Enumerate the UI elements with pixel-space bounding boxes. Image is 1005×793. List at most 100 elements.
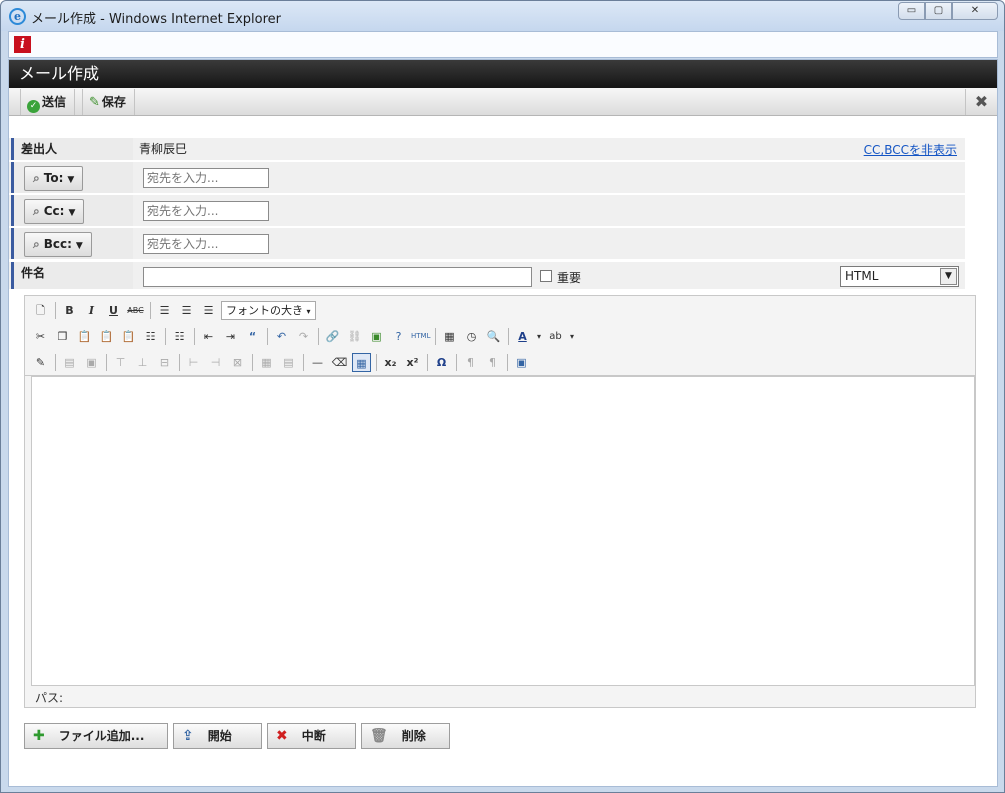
- save-label: 保存: [101, 95, 126, 109]
- ltr-icon[interactable]: ¶: [461, 353, 480, 372]
- undo-icon[interactable]: ↶: [272, 327, 291, 346]
- blockquote-icon[interactable]: “: [243, 327, 262, 346]
- cc-input[interactable]: [143, 201, 269, 221]
- row-props-icon[interactable]: ▤: [60, 353, 79, 372]
- check-icon: ✓: [27, 100, 40, 113]
- editor-toolbar: 🗋 B I U ABC ☰ ☰ ☰ フォントの大き ▾ ✂ ❐ 📋 📋 📋 ☷: [25, 296, 975, 376]
- italic-icon[interactable]: I: [82, 301, 101, 320]
- maximize-button[interactable]: ▢: [925, 2, 952, 20]
- copy-icon[interactable]: ❐: [53, 327, 72, 346]
- send-button[interactable]: ✓ 送信: [20, 89, 76, 115]
- outdent-icon[interactable]: ⇤: [199, 327, 218, 346]
- indent-icon[interactable]: ⇥: [221, 327, 240, 346]
- magnifier-icon: ⌕: [33, 171, 40, 185]
- toolbar: ✓ 送信 ✎ 保存 ✖: [9, 88, 997, 116]
- attachment-buttons: ✚ ファイル追加... ⇪ 開始 ✖ 中断 🗑 削除: [24, 723, 455, 749]
- superscript-icon[interactable]: x²: [403, 353, 422, 372]
- delete-row-icon[interactable]: ⊟: [155, 353, 174, 372]
- bcc-address-button[interactable]: ⌕ Bcc: ▼: [24, 232, 92, 257]
- to-row: ⌕ To: ▼: [9, 162, 965, 194]
- paste-word-icon[interactable]: 📋: [119, 327, 138, 346]
- caret-down-icon: ▾: [306, 306, 311, 316]
- stop-upload-button[interactable]: ✖ 中断: [267, 723, 356, 749]
- col-before-icon[interactable]: ⊢: [184, 353, 203, 372]
- html-source-icon[interactable]: HTML: [411, 327, 430, 346]
- window-title: メール作成 - Windows Internet Explorer: [31, 12, 281, 27]
- browser-bar: i: [8, 31, 998, 58]
- help-icon[interactable]: ?: [389, 327, 408, 346]
- table-icon[interactable]: ▦: [352, 352, 371, 372]
- upload-icon: ⇪: [182, 728, 194, 744]
- rtl-icon[interactable]: ¶: [483, 353, 502, 372]
- page-title: メール作成: [9, 60, 997, 88]
- horizontal-rule-icon[interactable]: —: [308, 353, 327, 372]
- merge-cells-icon[interactable]: ▤: [279, 353, 298, 372]
- bcc-row: ⌕ Bcc: ▼: [9, 228, 965, 260]
- minimize-button[interactable]: ▭: [898, 2, 925, 20]
- magnifier-icon: ⌕: [33, 204, 40, 218]
- toggle-cc-bcc-link[interactable]: CC,BCCを非表示: [864, 141, 957, 158]
- font-size-select[interactable]: フォントの大き ▾: [221, 300, 316, 320]
- cell-props-icon[interactable]: ▣: [82, 353, 101, 372]
- image-icon[interactable]: ▣: [367, 327, 386, 346]
- subscript-icon[interactable]: x₂: [381, 353, 400, 372]
- align-right-icon[interactable]: ☰: [199, 301, 218, 320]
- preview-icon[interactable]: 🔍: [484, 327, 503, 346]
- save-button[interactable]: ✎ 保存: [82, 89, 135, 115]
- delete-col-icon[interactable]: ⊠: [228, 353, 247, 372]
- highlight-color-icon[interactable]: ab: [546, 327, 565, 346]
- delete-file-button[interactable]: 🗑 削除: [361, 723, 450, 749]
- paste-text-icon[interactable]: 📋: [97, 327, 116, 346]
- col-after-icon[interactable]: ⊣: [206, 353, 225, 372]
- add-file-button[interactable]: ✚ ファイル追加...: [24, 723, 168, 749]
- window-controls: ▭ ▢ ✕: [898, 2, 998, 20]
- start-upload-button[interactable]: ⇪ 開始: [173, 723, 262, 749]
- stop-icon: ✖: [276, 728, 288, 744]
- cc-address-button[interactable]: ⌕ Cc: ▼: [24, 199, 85, 224]
- format-select[interactable]: HTML ▼: [840, 266, 959, 287]
- important-checkbox[interactable]: [540, 270, 552, 282]
- close-compose-button[interactable]: ✖: [965, 89, 997, 115]
- important-label: 重要: [557, 271, 582, 285]
- paste-icon[interactable]: 📋: [75, 327, 94, 346]
- to-input[interactable]: [143, 168, 269, 188]
- close-window-button[interactable]: ✕: [952, 2, 998, 20]
- ie-logo-icon: e: [9, 8, 26, 25]
- fullscreen-icon[interactable]: ▣: [512, 353, 531, 372]
- redo-icon[interactable]: ↷: [294, 327, 313, 346]
- caret-down-icon[interactable]: ▾: [568, 327, 576, 346]
- strikethrough-icon[interactable]: ABC: [126, 301, 145, 320]
- special-char-icon[interactable]: Ω: [432, 353, 451, 372]
- subject-label: 件名: [11, 262, 133, 289]
- unlink-icon[interactable]: ⛓: [345, 327, 364, 346]
- underline-icon[interactable]: U: [104, 301, 123, 320]
- cc-label-cell: ⌕ Cc: ▼: [11, 195, 133, 226]
- caret-down-icon: ▼: [75, 241, 83, 251]
- bcc-label-cell: ⌕ Bcc: ▼: [11, 228, 133, 259]
- cut-icon[interactable]: ✂: [31, 327, 50, 346]
- bcc-input[interactable]: [143, 234, 269, 254]
- align-left-icon[interactable]: ☰: [155, 301, 174, 320]
- link-icon[interactable]: 🔗: [323, 327, 342, 346]
- subject-input[interactable]: [143, 267, 532, 287]
- send-label: 送信: [42, 95, 67, 109]
- numbered-list-icon[interactable]: ☷: [170, 327, 189, 346]
- bold-icon[interactable]: B: [60, 301, 79, 320]
- insert-time-icon[interactable]: ◷: [462, 327, 481, 346]
- new-document-icon[interactable]: 🗋: [31, 301, 50, 320]
- text-color-icon[interactable]: A: [513, 327, 532, 346]
- edit-style-icon[interactable]: ✎: [31, 353, 50, 372]
- from-row: 差出人 青柳辰巳 CC,BCCを非表示: [9, 138, 965, 161]
- split-cells-icon[interactable]: ▦: [257, 353, 276, 372]
- from-value: 青柳辰巳: [139, 142, 188, 156]
- magnifier-icon: ⌕: [33, 237, 40, 251]
- bullet-list-icon[interactable]: ☷: [141, 327, 160, 346]
- eraser-icon[interactable]: ⌫: [330, 353, 349, 372]
- align-center-icon[interactable]: ☰: [177, 301, 196, 320]
- row-after-icon[interactable]: ⊥: [133, 353, 152, 372]
- to-address-button[interactable]: ⌕ To: ▼: [24, 166, 84, 191]
- insert-date-icon[interactable]: ▦: [440, 327, 459, 346]
- editor-body[interactable]: [31, 376, 975, 686]
- row-before-icon[interactable]: ⊤: [111, 353, 130, 372]
- caret-down-icon[interactable]: ▾: [535, 327, 543, 346]
